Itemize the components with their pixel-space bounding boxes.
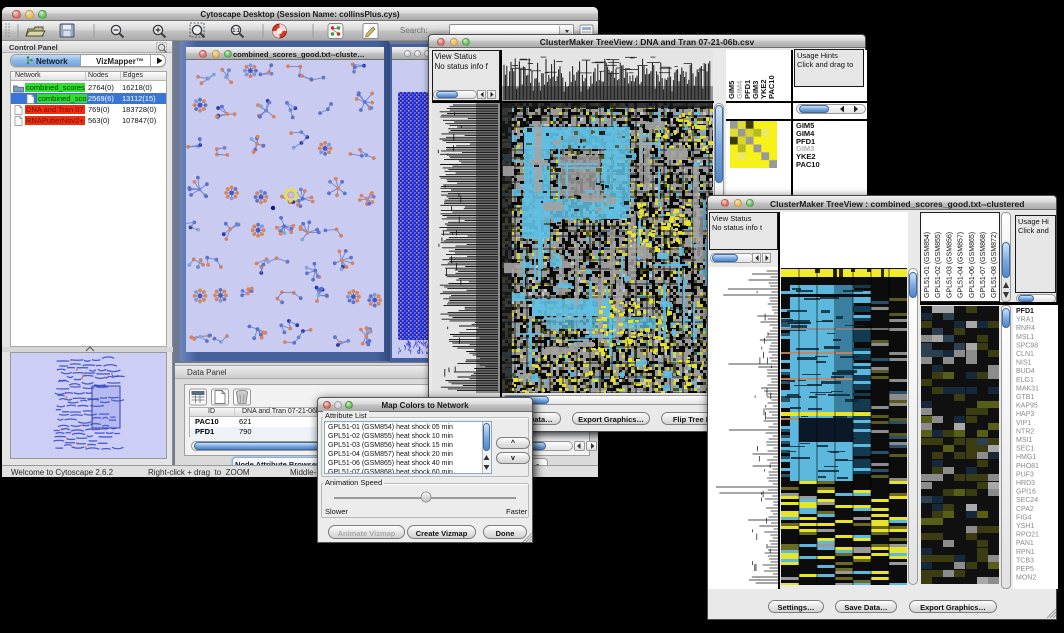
- svg-text:1:1: 1:1: [232, 28, 239, 34]
